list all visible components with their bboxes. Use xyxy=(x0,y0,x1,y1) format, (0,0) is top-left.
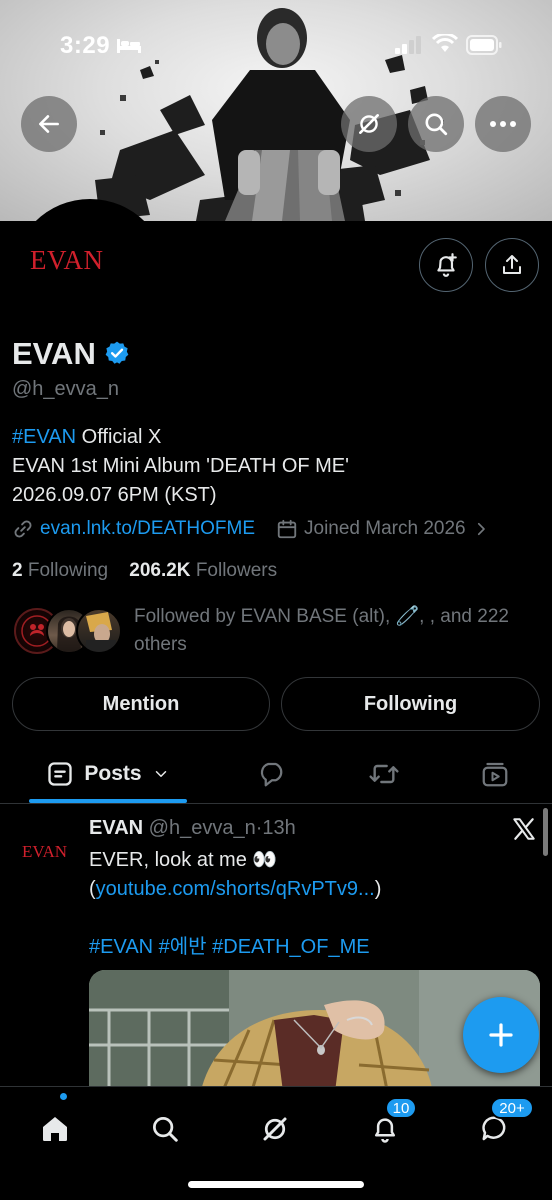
repost-icon xyxy=(369,764,399,784)
followed-by-avatars[interactable] xyxy=(14,608,124,656)
tabs-divider xyxy=(0,803,552,804)
wifi-icon xyxy=(431,32,459,59)
avatar[interactable] xyxy=(12,199,168,355)
followers-stat[interactable]: 206.2K Followers xyxy=(129,560,277,581)
plus-icon xyxy=(489,1023,513,1047)
profile-bio: #EVAN Official X EVAN 1st Mini Album 'DE… xyxy=(12,423,349,510)
profile-name: EVAN xyxy=(12,336,96,371)
search-icon xyxy=(425,113,448,136)
share-button[interactable] xyxy=(485,238,539,292)
signal-icon xyxy=(395,36,423,59)
search-button[interactable] xyxy=(408,96,464,152)
home-unread-dot xyxy=(60,1093,67,1100)
followed-by-text[interactable]: Followed by EVAN BASE (alt), 🧷, , and 22… xyxy=(134,603,534,659)
following-stat[interactable]: 2 Following xyxy=(12,560,108,581)
nav-home[interactable] xyxy=(27,1101,83,1157)
tab-reposts[interactable] xyxy=(354,744,414,804)
more-button[interactable] xyxy=(475,96,531,152)
following-button[interactable]: Following xyxy=(281,677,540,731)
post-time: ·13h xyxy=(255,817,296,839)
grok-icon xyxy=(359,114,379,134)
following-label: Following xyxy=(27,560,109,581)
post-handle[interactable]: @h_evva_n xyxy=(149,817,256,839)
post-line1: EVER, look at me 👀 xyxy=(89,849,278,871)
scrollbar[interactable] xyxy=(543,808,548,856)
tab-replies[interactable] xyxy=(242,744,302,804)
followed-by-line2: others xyxy=(134,634,187,655)
bio-hashtag-link[interactable]: #EVAN xyxy=(12,426,76,448)
home-indicator[interactable] xyxy=(188,1181,364,1188)
post-hashtags[interactable]: #EVAN #에반 #DEATH_OF_ME xyxy=(89,933,509,962)
messages-badge: 20+ xyxy=(490,1097,534,1119)
bio-line1-text: Official X xyxy=(76,426,162,448)
followers-count: 206.2K xyxy=(129,560,191,581)
status-bar: 3:29 xyxy=(0,0,552,90)
notify-button[interactable] xyxy=(419,238,473,292)
joined-row[interactable]: Joined March 2026 xyxy=(276,518,490,540)
status-time: 3:29 xyxy=(60,32,111,59)
share-icon xyxy=(503,255,521,274)
joined-date: Joined March 2026 xyxy=(304,518,466,539)
grok-button[interactable] xyxy=(341,96,397,152)
profile-tabs: Posts xyxy=(0,744,552,804)
more-icon xyxy=(490,121,516,127)
post-link-open: ( xyxy=(89,878,96,900)
mention-button[interactable]: Mention xyxy=(12,677,270,731)
tab-posts[interactable]: Posts xyxy=(29,744,187,804)
profile-link[interactable]: evan.lnk.to/DEATHOFME xyxy=(40,518,255,540)
post-header: EVAN @h_evva_n·13h xyxy=(89,817,296,840)
chevron-down-icon xyxy=(155,771,166,777)
post-link[interactable]: youtube.com/shorts/qRvPTv9... xyxy=(96,878,375,900)
nav-search[interactable] xyxy=(137,1101,193,1157)
back-arrow-icon xyxy=(39,115,59,133)
search-icon xyxy=(153,1117,178,1142)
media-icon xyxy=(482,762,508,787)
home-icon xyxy=(43,1117,67,1141)
notifications-badge: 10 xyxy=(385,1097,417,1119)
chevron-right-icon xyxy=(477,522,485,536)
following-count: 2 xyxy=(12,560,23,581)
grok-icon xyxy=(263,1117,287,1141)
link-icon xyxy=(14,520,32,538)
tab-media[interactable] xyxy=(465,744,525,804)
nav-grok[interactable] xyxy=(247,1101,303,1157)
x-logo-icon xyxy=(511,816,537,847)
post-link-close: ) xyxy=(374,878,382,900)
compose-button[interactable] xyxy=(463,997,539,1073)
follower-avatar xyxy=(76,608,122,654)
battery-icon xyxy=(466,35,502,60)
reply-icon xyxy=(260,762,283,787)
profile-handle: @h_evva_n xyxy=(12,378,120,400)
sleep-focus-icon xyxy=(116,36,142,59)
followed-by-line1: Followed by EVAN BASE (alt), 🧷, , and 22… xyxy=(134,606,509,627)
profile-link-row[interactable]: evan.lnk.to/DEATHOFME xyxy=(12,518,255,540)
post-avatar-logo[interactable]: EVAN xyxy=(22,842,67,862)
bio-line2: EVAN 1st Mini Album 'DEATH OF ME' xyxy=(12,455,349,477)
posts-icon xyxy=(48,762,73,786)
followers-label: Followers xyxy=(195,560,278,581)
calendar-icon xyxy=(277,519,297,539)
verified-icon[interactable] xyxy=(104,340,130,371)
follow-stats: 2 Following 206.2K Followers xyxy=(12,560,277,582)
post-body: EVER, look at me 👀 (youtube.com/shorts/q… xyxy=(89,846,509,962)
back-button[interactable] xyxy=(21,96,77,152)
post-author[interactable]: EVAN xyxy=(89,817,143,839)
bio-line3: 2026.09.07 6PM (KST) xyxy=(12,484,217,506)
avatar-logo-text: EVAN xyxy=(30,245,104,275)
add-notification-icon xyxy=(437,253,457,277)
tab-posts-label: Posts xyxy=(84,762,142,785)
